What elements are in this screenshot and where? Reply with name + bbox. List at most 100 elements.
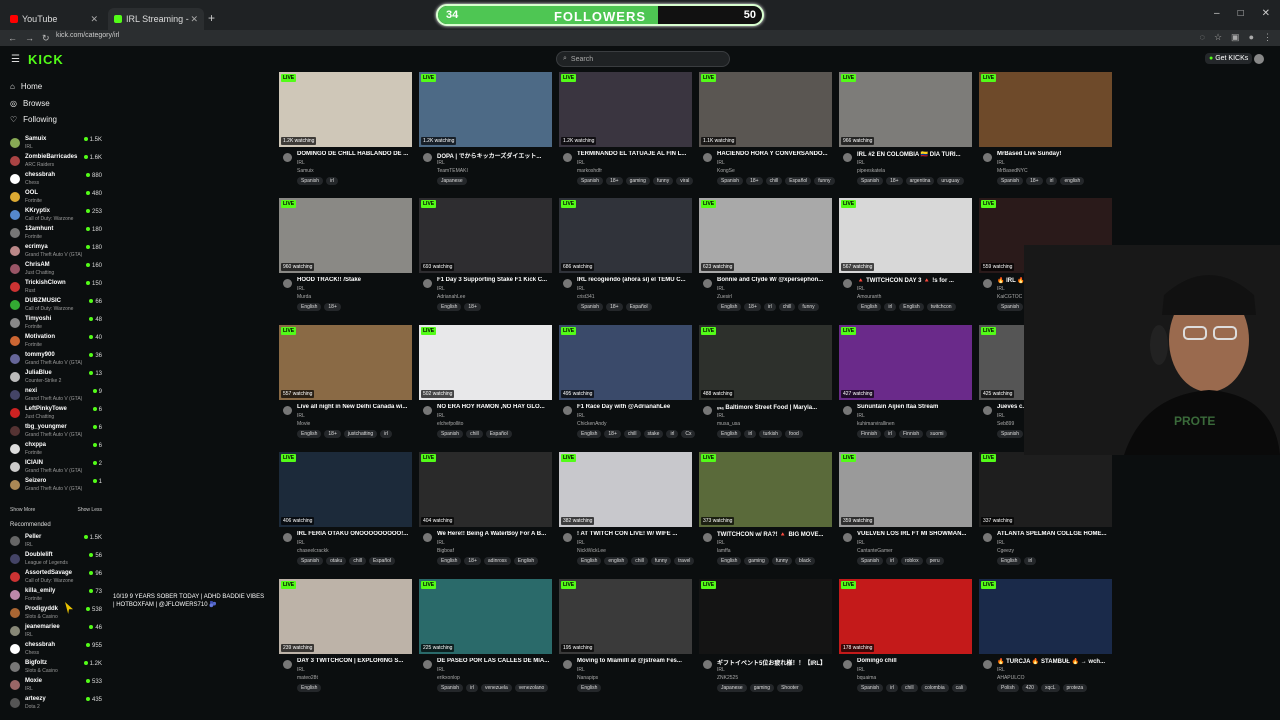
stream-tag[interactable]: turkish (759, 430, 783, 438)
stream-thumbnail[interactable]: LIVE 966 watching (839, 72, 972, 147)
sidebar-channel[interactable]: Seizero Grand Theft Auto V (GTA) 1 (10, 478, 104, 495)
stream-card[interactable]: LIVE 373 watching TWITCHCON w/ RA?! 🔺 BI… (699, 452, 832, 578)
stream-thumbnail[interactable]: LIVE 337 watching (979, 452, 1112, 527)
sidebar-channel[interactable]: Prodigyddk Slots & Casino 538 (10, 606, 104, 623)
stream-tag[interactable]: Spanish (997, 430, 1024, 438)
streamer-name[interactable]: Seb899 (997, 421, 1014, 427)
stream-tag[interactable]: irl (763, 303, 776, 311)
stream-tag[interactable]: chill (631, 557, 648, 565)
stream-tag[interactable]: chill (900, 684, 918, 692)
stream-thumbnail[interactable]: LIVE 373 watching (699, 452, 832, 527)
stream-tag[interactable]: irl (666, 430, 679, 438)
stream-category[interactable]: IRL (717, 413, 725, 419)
stream-tag[interactable]: Japanese (437, 177, 467, 185)
stream-card[interactable]: LIVE 239 watching DAY 3 TWITCHCON | EXPL… (279, 579, 412, 705)
stream-category[interactable]: IRL (857, 540, 865, 546)
stream-thumbnail[interactable]: LIVE 502 watching (419, 325, 552, 400)
streamer-name[interactable]: kuhimarvirallinen (857, 421, 895, 427)
stream-tag[interactable]: English (297, 303, 322, 311)
stream-tag[interactable]: Spanish (717, 177, 744, 185)
sidebar-channel[interactable]: LeftPinkyTowe Just Chatting 6 (10, 406, 104, 423)
streamer-avatar[interactable] (423, 533, 432, 542)
stream-category[interactable]: IRL (437, 667, 445, 673)
streamer-name[interactable]: ChickenAndy (577, 421, 606, 427)
stream-card[interactable]: LIVE 404 watching We Here!! Being A Wate… (419, 452, 552, 578)
sidebar-channel[interactable]: 12amhunt Fortnite 180 (10, 226, 104, 243)
stream-thumbnail[interactable]: LIVE 557 watching (279, 325, 412, 400)
stream-tag[interactable]: English (577, 684, 602, 692)
stream-tag[interactable]: irl (886, 557, 898, 565)
stream-category[interactable]: IRL (437, 413, 445, 419)
streamer-avatar[interactable] (563, 153, 572, 162)
stream-tag[interactable]: irl (884, 303, 897, 311)
stream-thumbnail[interactable]: LIVE (699, 579, 832, 654)
stream-tag[interactable]: Español (785, 177, 812, 185)
stream-category[interactable]: IRL (997, 286, 1005, 292)
stream-card[interactable]: LIVE 195 watching Moving to Miamilll at … (559, 579, 692, 705)
stream-tag[interactable]: otaku (326, 557, 347, 565)
stream-tag[interactable]: irl (380, 430, 393, 438)
stream-card[interactable]: LIVE 1.2K watching DOPA | でからキッカーズダイエット.… (419, 72, 552, 198)
stream-tag[interactable]: chill (765, 177, 783, 185)
stream-title[interactable]: MrBased Live Sunday! (997, 151, 1110, 157)
stream-tag[interactable]: venezuela (480, 684, 512, 692)
sidebar-channel[interactable]: DUBZMUSIC Call of Duty: Warzone 66 (10, 298, 104, 315)
stream-tag[interactable]: Spanish (857, 684, 884, 692)
stream-category[interactable]: IRL (857, 160, 865, 166)
stream-thumbnail[interactable]: LIVE 1.2K watching (279, 72, 412, 147)
stream-tag[interactable]: 18+ (886, 177, 903, 185)
star-icon[interactable]: ☆ (1214, 32, 1222, 43)
sidebar-channel[interactable]: Timyoshi Fortnite 48 (10, 316, 104, 333)
stream-category[interactable]: IRL (717, 160, 725, 166)
stream-card[interactable]: LIVE 488 watching ᵤₛₐ Baltimore Street F… (699, 325, 832, 451)
streamer-avatar[interactable] (843, 153, 852, 162)
stream-tag[interactable]: 18+ (1026, 177, 1043, 185)
streamer-name[interactable]: bquaima (857, 675, 876, 681)
close-tab-icon[interactable]: ✕ (190, 14, 198, 25)
sidebar-nav-browse[interactable]: ◎ Browse (10, 99, 50, 108)
stream-card[interactable]: LIVE 🔥 TURCJA 🔥 STAMBUŁ 🔥 → wch... IRL A… (979, 579, 1112, 705)
stream-tag[interactable]: Spanish (577, 177, 604, 185)
streamer-avatar[interactable] (703, 406, 712, 415)
stream-card[interactable]: LIVE 693 watching F1 Day 3 Supporting St… (419, 198, 552, 324)
sidebar-channel[interactable]: ecrimya Grand Theft Auto V (GTA) 180 (10, 244, 104, 261)
stream-card[interactable]: LIVE 495 watching F1 Race Day with @Adri… (559, 325, 696, 451)
stream-tag[interactable]: Spanish (437, 684, 464, 692)
sidebar-channel[interactable]: nexi Grand Theft Auto V (GTA) 9 (10, 388, 104, 405)
sidebar-channel[interactable]: tommy900 Grand Theft Auto V (GTA) 36 (10, 352, 104, 369)
streamer-name[interactable]: crist341 (577, 294, 595, 300)
stream-tag[interactable]: chill (349, 557, 366, 565)
stream-thumbnail[interactable]: LIVE 195 watching (559, 579, 692, 654)
eye-off-icon[interactable]: ◌ (1200, 32, 1205, 43)
stream-thumbnail[interactable]: LIVE 623 watching (699, 198, 832, 273)
show-more-button[interactable]: Show More (10, 507, 35, 513)
stream-tag[interactable]: chill (778, 303, 796, 311)
streamer-name[interactable]: mateo28t (297, 675, 318, 681)
stream-title[interactable]: Moving to Miamilll at @jstream Fes... (577, 658, 690, 664)
stream-tag[interactable]: 18+ (604, 430, 621, 438)
stream-title[interactable]: Bonnie and Clyde W/ @xpersephon... (717, 277, 830, 283)
streamer-name[interactable]: musa_usa (717, 421, 740, 427)
streamer-avatar[interactable] (843, 660, 852, 669)
stream-category[interactable]: IRL (857, 286, 865, 292)
streamer-avatar[interactable] (283, 153, 292, 162)
stream-title[interactable]: VUELVEN LOS IRL FT MI SHOWMAN... (857, 531, 970, 537)
stream-tag[interactable]: colombia (920, 684, 949, 692)
close-window-button[interactable]: ✕ (1262, 8, 1270, 19)
stream-tag[interactable]: English (437, 557, 462, 565)
stream-tag[interactable]: 420 (1021, 684, 1038, 692)
stream-title[interactable]: HOOD TRACK!! /Stake (297, 277, 410, 283)
menu-dots-icon[interactable]: ⋮ (1263, 32, 1272, 43)
streamer-avatar[interactable] (983, 153, 992, 162)
stream-card[interactable]: LIVE 686 watching IRL recogiendo (ahora … (559, 198, 692, 324)
stream-tag[interactable]: funny (771, 557, 793, 565)
sidebar-channel[interactable]: AssortedSavage Call of Duty: Warzone 96 (10, 570, 104, 587)
stream-tag[interactable]: irl (1045, 177, 1058, 185)
stream-tag[interactable]: xqcL (1040, 684, 1060, 692)
stream-category[interactable]: IRL (437, 286, 445, 292)
streamer-avatar[interactable] (423, 153, 432, 162)
streamer-avatar[interactable] (983, 660, 992, 669)
streamer-avatar[interactable] (703, 660, 712, 669)
stream-title[interactable]: IRL #2 EN COLOMBIA 🇨🇴 DÍA TURI... (857, 151, 970, 158)
stream-title[interactable]: HACIENDO HORA Y CONVERSANDO... (717, 151, 830, 157)
